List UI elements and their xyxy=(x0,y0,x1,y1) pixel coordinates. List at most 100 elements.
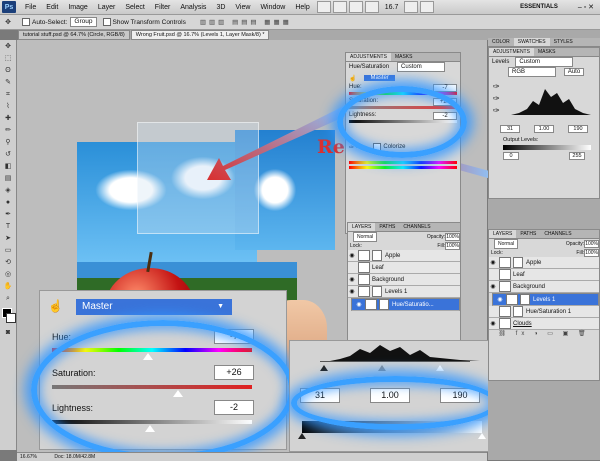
window-controls[interactable]: – ▫ ✕ xyxy=(578,3,594,11)
crop-tool-icon[interactable]: ⌗ xyxy=(3,90,13,100)
menu-help[interactable]: Help xyxy=(290,4,314,11)
transform-controls-checkbox[interactable] xyxy=(102,18,111,26)
path-select-tool-icon[interactable]: ➤ xyxy=(3,234,13,244)
minibridge-button[interactable] xyxy=(332,1,347,13)
status-zoom[interactable]: 16.67% xyxy=(20,454,37,460)
fill-input[interactable]: 100% xyxy=(584,248,599,257)
eye-icon[interactable]: ◉ xyxy=(348,252,356,259)
doc-tab-wrong-fruit[interactable]: Wrong Fruit.psd @ 16.7% (Levels 1, Layer… xyxy=(130,30,270,40)
brush-tool-icon[interactable]: ✏ xyxy=(3,126,13,136)
doc-tab-tutorial[interactable]: tutorial stuff.psd @ 64.7% (Circle, RGB/… xyxy=(18,30,130,40)
hand-tool-icon[interactable]: ✋ xyxy=(3,282,13,292)
target-adjust-icon-large[interactable]: ☝ xyxy=(48,299,63,313)
layer-row-huesat[interactable]: Hue/Saturation 1 xyxy=(489,306,599,318)
tab-masks-right[interactable]: MASKS xyxy=(534,48,560,56)
move-tool-icon[interactable]: ✥ xyxy=(3,42,13,52)
levels-preset-dropdown[interactable]: Custom xyxy=(515,57,574,67)
layer-row-levels-small[interactable]: ◉ Levels 1 xyxy=(348,286,460,298)
tab-color[interactable]: COLOR xyxy=(488,38,514,46)
layer-row-background-small[interactable]: ◉ Background xyxy=(348,274,460,286)
quick-mask-icon[interactable]: ◙ xyxy=(3,328,13,338)
move-tool-preset-icon[interactable]: ✥ xyxy=(3,18,13,28)
opacity-input[interactable]: 100% xyxy=(584,239,599,248)
tab-swatches[interactable]: SWATCHES xyxy=(513,38,550,46)
eye-icon[interactable]: ◉ xyxy=(355,301,363,309)
layer-row-leaf[interactable]: Leaf xyxy=(489,269,599,281)
bridge-button[interactable] xyxy=(316,1,331,13)
dodge-tool-icon[interactable]: ● xyxy=(3,198,13,208)
tab-paths-small[interactable]: PATHS xyxy=(375,223,399,231)
levels-eyedropper-icons[interactable]: ✑ ✑ ✑ xyxy=(493,81,500,117)
history-brush-tool-icon[interactable]: ↺ xyxy=(3,150,13,160)
layer-row-levels[interactable]: ◉ Levels 1 xyxy=(492,293,599,306)
blend-mode-dropdown[interactable]: Normal xyxy=(494,238,519,249)
blur-tool-icon[interactable]: ◈ xyxy=(3,186,13,196)
menu-image[interactable]: Image xyxy=(63,4,92,11)
output-black-handle[interactable] xyxy=(298,433,306,439)
layers-footer-buttons[interactable]: ⛓ fx ◑ ▭ ▣ 🗑 xyxy=(489,330,599,342)
menu-select[interactable]: Select xyxy=(120,4,149,11)
eye-icon[interactable]: ◉ xyxy=(348,288,356,295)
tab-paths[interactable]: PATHS xyxy=(516,230,540,238)
zoom-tool-button[interactable] xyxy=(364,1,379,13)
tab-layers-small[interactable]: LAYERS xyxy=(348,223,376,231)
marquee-tool-icon[interactable]: ⬚ xyxy=(3,54,13,64)
output-white-input[interactable]: 255 xyxy=(569,152,585,160)
3d-orbit-tool-icon[interactable]: ◎ xyxy=(3,270,13,280)
lasso-tool-icon[interactable]: ʘ xyxy=(3,66,13,76)
eye-icon[interactable]: ◉ xyxy=(496,296,504,304)
tab-channels[interactable]: CHANNELS xyxy=(540,230,575,238)
gradient-tool-icon[interactable]: ▤ xyxy=(3,174,13,184)
blend-mode-dropdown-small[interactable]: Normal xyxy=(353,231,378,242)
zoom-level[interactable]: 16.7 xyxy=(385,4,399,11)
workspace-switcher[interactable]: ESSENTIALS xyxy=(520,4,558,10)
shape-tool-icon[interactable]: ▭ xyxy=(3,246,13,256)
pen-tool-icon[interactable]: ✒ xyxy=(3,210,13,220)
eye-icon[interactable]: ◉ xyxy=(489,320,497,327)
menu-edit[interactable]: Edit xyxy=(41,4,63,11)
channel-dropdown[interactable]: Master xyxy=(364,75,395,81)
document-canvas[interactable]: Re ADJUSTMENTS MASKS Hue/Saturation Cust… xyxy=(17,40,499,460)
tab-adjustments-right[interactable]: ADJUSTMENTS xyxy=(489,48,534,56)
eye-icon[interactable]: ◉ xyxy=(348,276,356,283)
tab-adjustments[interactable]: ADJUSTMENTS xyxy=(346,53,391,61)
fill-input-small[interactable]: 100% xyxy=(445,241,460,250)
quick-select-tool-icon[interactable]: ✎ xyxy=(3,78,13,88)
gamma-handle[interactable] xyxy=(378,365,386,371)
hand-tool-button[interactable] xyxy=(348,1,363,13)
auto-select-checkbox[interactable] xyxy=(22,18,30,26)
eyedropper-tool-icon[interactable]: ⌇ xyxy=(3,102,13,112)
eye-icon[interactable]: ◉ xyxy=(489,283,497,290)
align-buttons[interactable]: ▥▥▥ ▤▤▤ ▦▦▦ xyxy=(200,18,292,26)
eraser-tool-icon[interactable]: ◧ xyxy=(3,162,13,172)
layer-row-leaf-small[interactable]: Leaf xyxy=(348,262,460,274)
menu-layer[interactable]: Layer xyxy=(93,4,121,11)
levels-input-white[interactable]: 190 xyxy=(568,125,588,133)
preset-dropdown[interactable]: Custom xyxy=(397,62,446,72)
layer-row-apple[interactable]: ◉ Apple xyxy=(489,257,599,269)
clone-stamp-tool-icon[interactable]: ⚲ xyxy=(3,138,13,148)
levels-input-gamma[interactable]: 1.00 xyxy=(534,125,554,133)
levels-input-black[interactable]: 31 xyxy=(500,125,520,133)
tab-channels-small[interactable]: CHANNELS xyxy=(399,223,434,231)
tab-layers[interactable]: LAYERS xyxy=(489,230,517,238)
white-point-handle[interactable] xyxy=(436,365,444,371)
tab-styles[interactable]: STYLES xyxy=(550,38,577,46)
target-adjust-icon[interactable]: ☝ xyxy=(349,75,356,82)
levels-auto-button[interactable]: Auto xyxy=(564,68,584,76)
output-white-handle[interactable] xyxy=(478,433,486,439)
levels-channel-dropdown[interactable]: RGB xyxy=(508,67,556,77)
screen-mode-button[interactable] xyxy=(420,1,435,13)
output-black-input[interactable]: 0 xyxy=(503,152,519,160)
layer-row-background[interactable]: ◉ Background xyxy=(489,281,599,293)
menu-file[interactable]: File xyxy=(20,4,41,11)
layer-row-huesat-small[interactable]: ◉ Hue/Saturatio... xyxy=(351,298,460,311)
healing-tool-icon[interactable]: ✚ xyxy=(3,114,13,124)
layer-row-apple-small[interactable]: ◉ Apple xyxy=(348,250,460,262)
3d-rotate-tool-icon[interactable]: ⟲ xyxy=(3,258,13,268)
channel-dropdown-large[interactable]: Master ▼ xyxy=(76,299,232,315)
auto-select-dropdown[interactable]: Group xyxy=(70,17,97,27)
zoom-tool-icon[interactable]: ⌕ xyxy=(3,294,13,304)
black-point-handle[interactable] xyxy=(320,365,328,371)
menu-filter[interactable]: Filter xyxy=(150,4,176,11)
